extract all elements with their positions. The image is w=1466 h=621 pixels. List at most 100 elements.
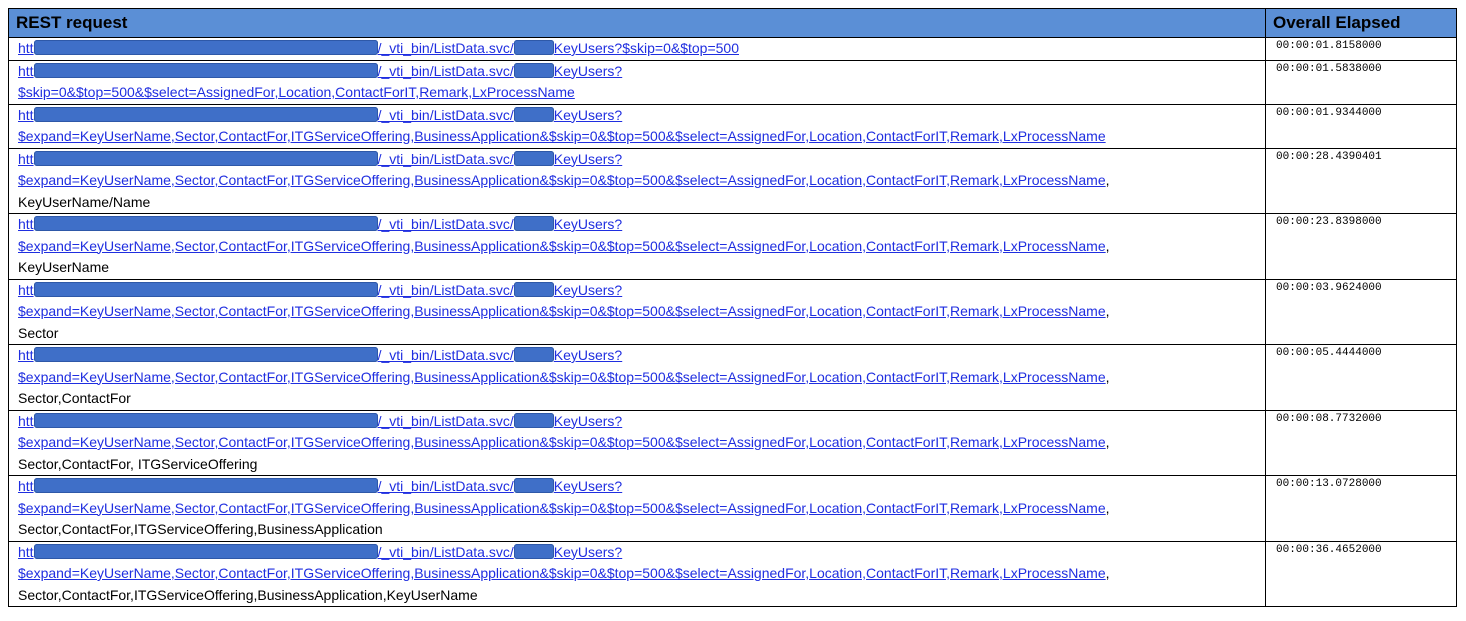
elapsed-cell: 00:00:01.8158000 (1265, 37, 1457, 61)
request-query-line[interactable]: $expand=KeyUserName,Sector,ContactFor,IT… (18, 126, 1261, 147)
url-query-params[interactable]: $expand=KeyUserName,Sector,ContactFor,IT… (18, 303, 1106, 319)
request-query-line[interactable]: $expand=KeyUserName,Sector,ContactFor,IT… (18, 498, 1261, 520)
request-query-line[interactable]: $expand=KeyUserName,Sector,ContactFor,IT… (18, 170, 1261, 192)
url-path[interactable]: /_vti_bin/ListData.svc/ (378, 478, 514, 494)
redacted-host (33, 281, 378, 297)
elapsed-cell: 00:00:23.8398000 (1265, 213, 1457, 280)
redacted-host (33, 478, 378, 493)
query-separator: , (1105, 303, 1110, 319)
url-path[interactable]: /_vti_bin/ListData.svc/ (378, 216, 514, 232)
table-row: htt /_vti_bin/ListData.svc/KeyUsers? $expa… (8, 213, 1457, 280)
url-scheme[interactable]: htt (18, 282, 34, 298)
request-url-line[interactable]: htt /_vti_bin/ListData.svc/KeyUsers? (18, 476, 1261, 497)
redacted-site (513, 281, 554, 297)
url-query-params[interactable]: $expand=KeyUserName,Sector,ContactFor,IT… (18, 128, 1106, 144)
request-cell: htt /_vti_bin/ListData.svc/KeyUsers? $expa… (8, 475, 1266, 542)
redacted-site (513, 347, 554, 362)
url-scheme[interactable]: htt (18, 478, 34, 494)
url-path[interactable]: /_vti_bin/ListData.svc/ (378, 347, 514, 363)
url-list-query[interactable]: KeyUsers? (554, 347, 622, 363)
redacted-host (33, 106, 378, 122)
request-cell: htt /_vti_bin/ListData.svc/KeyUsers? $expa… (8, 147, 1266, 214)
redacted-host (33, 543, 378, 559)
url-query-params[interactable]: $skip=0&$top=500&$select=AssignedFor,Loc… (18, 84, 575, 100)
url-list-query[interactable]: KeyUsers? (554, 413, 622, 429)
table-row: htt /_vti_bin/ListData.svc/KeyUsers? $expa… (8, 278, 1457, 345)
redacted-host (33, 150, 378, 166)
url-query-params[interactable]: $expand=KeyUserName,Sector,ContactFor,IT… (18, 500, 1106, 516)
request-cell: htt /_vti_bin/ListData.svc/KeyUsers? $expa… (8, 344, 1266, 411)
url-path[interactable]: /_vti_bin/ListData.svc/ (378, 544, 514, 560)
url-scheme[interactable]: htt (18, 413, 34, 429)
table-body: htt/_vti_bin/ListData.svc/KeyUsers?$skip… (8, 37, 1457, 607)
query-separator: , (1105, 368, 1110, 385)
url-scheme[interactable]: htt (18, 347, 34, 363)
request-expand-suffix: Sector,ContactFor, ITGServiceOffering (18, 455, 258, 472)
redacted-host (33, 412, 378, 428)
url-path[interactable]: /_vti_bin/ListData.svc/ (378, 151, 514, 167)
url-list-query[interactable]: KeyUsers? (554, 544, 622, 560)
request-query-line[interactable]: $expand=KeyUserName,Sector,ContactFor,IT… (18, 367, 1261, 389)
elapsed-cell: 00:00:03.9624000 (1265, 278, 1457, 345)
request-query-line[interactable]: $expand=KeyUserName,Sector,ContactFor,IT… (18, 432, 1261, 454)
url-list-query[interactable]: KeyUsers? (554, 478, 622, 494)
query-separator: , (1105, 499, 1110, 516)
url-scheme[interactable]: htt (18, 216, 34, 232)
request-query-line[interactable]: $expand=KeyUserName,Sector,ContactFor,IT… (18, 301, 1261, 323)
request-cell: htt /_vti_bin/ListData.svc/KeyUsers? $expa… (8, 278, 1266, 345)
url-list-query[interactable]: KeyUsers?$skip=0&$top=500 (554, 40, 739, 56)
url-query-params[interactable]: $expand=KeyUserName,Sector,ContactFor,IT… (18, 369, 1106, 385)
request-expand-suffix: KeyUserName/Name (18, 193, 151, 210)
request-url-line[interactable]: htt /_vti_bin/ListData.svc/KeyUsers? (18, 411, 1261, 432)
request-url-line[interactable]: htt /_vti_bin/ListData.svc/KeyUsers? (18, 345, 1261, 366)
url-query-params[interactable]: $expand=KeyUserName,Sector,ContactFor,IT… (18, 434, 1106, 450)
url-path[interactable]: /_vti_bin/ListData.svc/ (378, 63, 514, 79)
redacted-site (513, 106, 554, 122)
request-query-line[interactable]: $skip=0&$top=500&$select=AssignedFor,Loc… (18, 82, 1261, 103)
redacted-host (33, 40, 378, 55)
request-query-line[interactable]: $expand=KeyUserName,Sector,ContactFor,IT… (18, 563, 1261, 585)
query-separator: , (1105, 434, 1110, 450)
url-scheme[interactable]: htt (18, 40, 34, 56)
request-url-line[interactable]: htt /_vti_bin/ListData.svc/KeyUsers? (18, 280, 1261, 301)
table-row: htt /_vti_bin/ListData.svc/KeyUsers? $expa… (8, 344, 1457, 411)
redacted-site (513, 412, 554, 428)
elapsed-cell: 00:00:08.7732000 (1265, 409, 1457, 476)
url-path[interactable]: /_vti_bin/ListData.svc/ (378, 40, 514, 56)
url-list-query[interactable]: KeyUsers? (554, 216, 622, 232)
header-rest-request: REST request (8, 8, 1266, 38)
url-path[interactable]: /_vti_bin/ListData.svc/ (378, 107, 514, 123)
redacted-site (513, 543, 554, 559)
url-list-query[interactable]: KeyUsers? (554, 282, 622, 298)
redacted-site (513, 478, 554, 493)
elapsed-cell: 00:00:01.9344000 (1265, 103, 1457, 149)
request-cell: htt /_vti_bin/ListData.svc/KeyUsers? $skip… (8, 59, 1266, 105)
header-overall-elapsed: Overall Elapsed (1265, 8, 1457, 38)
url-query-params[interactable]: $expand=KeyUserName,Sector,ContactFor,IT… (18, 172, 1106, 188)
redacted-site (513, 62, 554, 78)
request-cell: htt /_vti_bin/ListData.svc/KeyUsers? $expa… (8, 103, 1266, 149)
elapsed-cell: 00:00:28.4390401 (1265, 147, 1457, 214)
url-query-params[interactable]: $expand=KeyUserName,Sector,ContactFor,IT… (18, 238, 1106, 254)
elapsed-cell: 00:00:36.4652000 (1265, 540, 1457, 607)
url-scheme[interactable]: htt (18, 544, 34, 560)
url-list-query[interactable]: KeyUsers? (554, 63, 622, 79)
request-query-line[interactable]: $expand=KeyUserName,Sector,ContactFor,IT… (18, 236, 1261, 258)
request-url-line[interactable]: htt /_vti_bin/ListData.svc/KeyUsers? (18, 542, 1261, 563)
request-url-line[interactable]: htt /_vti_bin/ListData.svc/KeyUsers?$skip… (18, 38, 1261, 59)
request-url-line[interactable]: htt /_vti_bin/ListData.svc/KeyUsers? (18, 105, 1261, 126)
request-expand-suffix: Sector (18, 324, 59, 341)
table-row: htt /_vti_bin/ListData.svc/KeyUsers? $expa… (8, 540, 1457, 607)
url-list-query[interactable]: KeyUsers? (554, 151, 622, 167)
url-scheme[interactable]: htt (18, 63, 34, 79)
url-path[interactable]: /_vti_bin/ListData.svc/ (378, 282, 514, 298)
request-url-line[interactable]: htt /_vti_bin/ListData.svc/KeyUsers? (18, 214, 1261, 235)
url-scheme[interactable]: htt (18, 107, 34, 123)
url-scheme[interactable]: htt (18, 151, 34, 167)
table-row: htt /_vti_bin/ListData.svc/KeyUsers?$skip… (8, 37, 1457, 61)
url-list-query[interactable]: KeyUsers? (554, 107, 622, 123)
url-path[interactable]: /_vti_bin/ListData.svc/ (378, 413, 514, 429)
request-url-line[interactable]: htt /_vti_bin/ListData.svc/KeyUsers? (18, 149, 1261, 170)
request-url-line[interactable]: htt /_vti_bin/ListData.svc/KeyUsers? (18, 61, 1261, 82)
url-query-params[interactable]: $expand=KeyUserName,Sector,ContactFor,IT… (18, 565, 1106, 581)
